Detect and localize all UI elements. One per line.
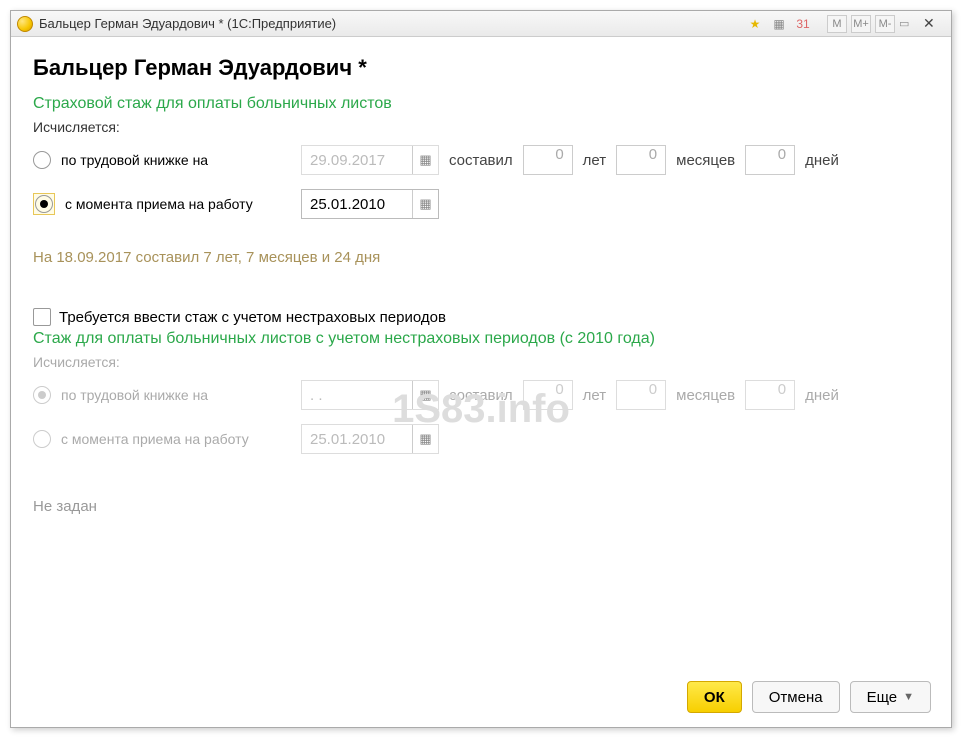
section2-calc-label: Исчисляется: — [33, 354, 929, 370]
section1-title: Страховой стаж для оплаты больничных лис… — [33, 95, 929, 113]
cancel-button[interactable]: Отмена — [752, 681, 840, 713]
days-label: дней — [805, 152, 839, 169]
hiredate-value: 25.01.2010 — [302, 196, 412, 213]
radio2-hiredate — [33, 430, 51, 448]
radio-hiredate[interactable] — [35, 195, 53, 213]
memory-mminus-button[interactable]: M- — [875, 15, 895, 33]
days2-label: дней — [805, 387, 839, 404]
months-label: месяцев — [676, 152, 735, 169]
memory-m-button[interactable]: M — [827, 15, 847, 33]
footer: ОК Отмена Еще ▼ — [11, 671, 951, 727]
workbook2-date-field: . . ▦ — [301, 380, 439, 410]
hiredate2-field: 25.01.2010 ▦ — [301, 424, 439, 454]
hiredate2-value: 25.01.2010 — [302, 431, 412, 448]
logo-1c-icon — [17, 16, 33, 32]
days2-input: 0 — [745, 380, 795, 410]
radio-hiredate-wrap — [33, 193, 55, 215]
ok-button[interactable]: ОК — [687, 681, 742, 713]
more-button-label: Еще — [867, 689, 898, 706]
calendar-icon[interactable]: 31 — [793, 15, 813, 33]
section1-option2-row: с момента приема на работу 25.01.2010 ▦ — [33, 189, 929, 219]
months2-input: 0 — [616, 380, 666, 410]
composed-label: составил — [449, 152, 513, 169]
years2-label: лет — [583, 387, 606, 404]
chevron-down-icon: ▼ — [903, 691, 914, 703]
calendar-picker-icon[interactable]: ▦ — [412, 146, 438, 174]
calendar-picker-icon[interactable]: ▦ — [412, 190, 438, 218]
months2-label: месяцев — [676, 387, 735, 404]
window: Бальцер Герман Эдуардович * (1С:Предприя… — [10, 10, 952, 728]
hiredate-field[interactable]: 25.01.2010 ▦ — [301, 189, 439, 219]
section1-calc-label: Исчисляется: — [33, 119, 929, 135]
months-input[interactable]: 0 — [616, 145, 666, 175]
radio2-workbook — [33, 386, 51, 404]
radio-workbook[interactable] — [33, 151, 51, 169]
radio-hiredate-label: с момента приема на работу — [65, 196, 291, 213]
checkbox-row: Требуется ввести стаж с учетом нестрахов… — [33, 308, 929, 326]
section2-title: Стаж для оплаты больничных листов с учет… — [33, 330, 929, 348]
seniority-summary: На 18.09.2017 составил 7 лет, 7 месяцев … — [33, 249, 929, 266]
years-input[interactable]: 0 — [523, 145, 573, 175]
calendar-picker-icon: ▦ — [412, 381, 438, 409]
composed2-label: составил — [449, 387, 513, 404]
window-title: Бальцер Герман Эдуардович * (1С:Предприя… — [39, 16, 336, 31]
radio2-hiredate-label: с момента приема на работу — [61, 431, 291, 448]
not-set-label: Не задан — [33, 498, 929, 515]
section2-option2-row: с момента приема на работу 25.01.2010 ▦ — [33, 424, 929, 454]
page-title: Бальцер Герман Эдуардович * — [33, 55, 929, 81]
radio2-workbook-label: по трудовой книжке на — [61, 387, 291, 404]
section2-option1-row: по трудовой книжке на . . ▦ составил 0 л… — [33, 380, 929, 410]
calendar-picker-icon: ▦ — [412, 425, 438, 453]
more-button[interactable]: Еще ▼ — [850, 681, 931, 713]
noninsurance-checkbox-label: Требуется ввести стаж с учетом нестрахов… — [59, 309, 446, 326]
close-icon[interactable]: ✕ — [923, 15, 945, 32]
years-label: лет — [583, 152, 606, 169]
favorite-icon[interactable]: ★ — [745, 15, 765, 33]
noninsurance-checkbox[interactable] — [33, 308, 51, 326]
memory-mplus-button[interactable]: M+ — [851, 15, 871, 33]
years2-input: 0 — [523, 380, 573, 410]
content: Бальцер Герман Эдуардович * Страховой ст… — [11, 37, 951, 671]
workbook-date-field[interactable]: 29.09.2017 ▦ — [301, 145, 439, 175]
days-input[interactable]: 0 — [745, 145, 795, 175]
workbook2-date-value: . . — [302, 387, 412, 404]
radio-workbook-label: по трудовой книжке на — [61, 152, 291, 169]
calculator-icon[interactable]: ▦ — [769, 15, 789, 33]
workbook-date-value: 29.09.2017 — [302, 152, 412, 169]
maximize-icon[interactable]: ▭ — [899, 17, 919, 30]
titlebar: Бальцер Герман Эдуардович * (1С:Предприя… — [11, 11, 951, 37]
section1-option1-row: по трудовой книжке на 29.09.2017 ▦ соста… — [33, 145, 929, 175]
